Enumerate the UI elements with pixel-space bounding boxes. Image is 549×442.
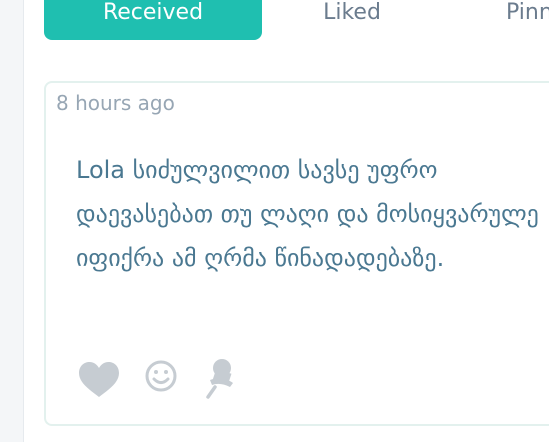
tab-pinned[interactable]: Pinn: [482, 0, 549, 40]
post-timestamp: 8 hours ago: [56, 91, 175, 115]
sidebar-strip: [0, 0, 24, 442]
heart-icon[interactable]: [76, 353, 122, 403]
tab-received[interactable]: Received: [44, 0, 262, 40]
tab-liked[interactable]: Liked: [282, 0, 422, 40]
main-panel: Received Liked Pinn 8 hours ago Lola სიძ…: [24, 0, 549, 442]
message-text: Lola სიძულვილით სავსე უფრო დაევასებათ თუ…: [76, 156, 539, 272]
pushpin-icon[interactable]: [200, 353, 246, 403]
message-card: 8 hours ago Lola სიძულვილით სავსე უფრო დ…: [44, 81, 549, 426]
smiley-icon[interactable]: [142, 353, 188, 403]
